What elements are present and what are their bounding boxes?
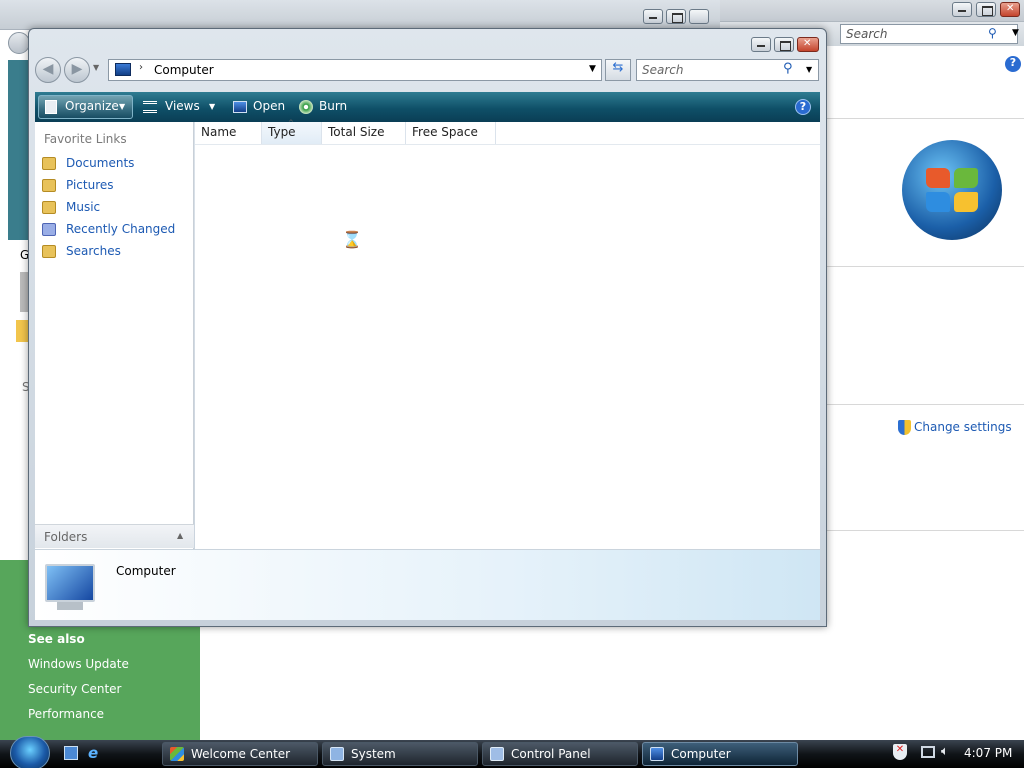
change-settings-link[interactable]: Change settings <box>914 420 1012 434</box>
organize-dropdown-icon: ▼ <box>119 102 126 111</box>
views-icon[interactable] <box>143 101 157 113</box>
taskbar-label: Control Panel <box>511 747 591 761</box>
windows-update-link[interactable]: Windows Update <box>28 657 129 671</box>
volume-icon[interactable]: 🔈︎ <box>941 744 949 759</box>
file-list[interactable]: Name Type ^ Total Size Free Space ⌛ <box>195 119 820 549</box>
close-button[interactable] <box>1000 2 1020 17</box>
favorite-link-music[interactable]: Music <box>66 200 100 214</box>
control-panel-icon <box>490 747 504 761</box>
computer-icon-stand <box>57 602 83 610</box>
folder-icon <box>16 320 28 342</box>
burn-button[interactable]: Burn <box>319 99 347 113</box>
taskbar-label: System <box>351 747 396 761</box>
forward-arrow-icon[interactable]: ▶ <box>64 57 90 83</box>
folders-label: Folders <box>44 530 88 544</box>
documents-folder-icon <box>42 157 56 170</box>
windows-flag-icon <box>170 747 184 761</box>
favorite-links-heading: Favorite Links <box>44 132 127 146</box>
control-panel-window-titlebar[interactable] <box>0 0 720 54</box>
computer-explorer-window: ◀ ▶ ▼ › Computer ▼ ⇆ Search ⚲ ▼ Organize… <box>28 28 827 627</box>
folders-collapse-icon[interactable]: ▲ <box>177 531 183 540</box>
views-dropdown-icon[interactable]: ▼ <box>209 102 215 111</box>
maximize-button[interactable] <box>774 37 794 52</box>
column-header-name[interactable]: Name <box>195 122 262 144</box>
recently-changed-icon <box>42 223 56 236</box>
favorite-link-recently-changed[interactable]: Recently Changed <box>66 222 175 236</box>
details-pane: Computer <box>35 550 820 620</box>
see-also-heading: See also <box>28 632 85 646</box>
burn-icon[interactable] <box>299 100 313 114</box>
refresh-icon[interactable]: ⇆ <box>605 59 631 81</box>
performance-link[interactable]: Performance <box>28 707 104 721</box>
sort-ascending-icon: ^ <box>288 119 294 127</box>
header-divider <box>195 144 820 145</box>
open-button[interactable]: Open <box>253 99 285 113</box>
back-button[interactable] <box>8 32 30 54</box>
divider <box>826 118 1024 119</box>
taskbar-label: Computer <box>671 747 731 761</box>
search-icon[interactable]: ⚲ <box>783 61 793 76</box>
minimize-button[interactable] <box>751 37 771 52</box>
dropdown-arrow-icon[interactable]: ▼ <box>1012 28 1019 38</box>
favorite-link-searches[interactable]: Searches <box>66 244 121 258</box>
taskbar: e Welcome Center System Control Panel Co… <box>0 736 1024 768</box>
favorite-link-pictures[interactable]: Pictures <box>66 178 114 192</box>
column-header-total-size[interactable]: Total Size <box>322 122 406 144</box>
minimize-button[interactable] <box>952 2 972 17</box>
back-window-icon <box>20 272 28 312</box>
maximize-button[interactable] <box>976 2 996 17</box>
command-bar: Organize ▼ Views ▼ Open Burn ? <box>35 92 820 122</box>
open-icon[interactable] <box>233 101 247 113</box>
help-icon[interactable]: ? <box>795 99 811 115</box>
network-icon[interactable] <box>921 746 935 758</box>
navigation-pane: Favorite Links Documents Pictures Music … <box>35 122 194 549</box>
help-icon[interactable]: ? <box>1005 56 1021 72</box>
taskbar-computer[interactable]: Computer <box>642 742 798 766</box>
views-button[interactable]: Views <box>165 99 200 113</box>
pictures-folder-icon <box>42 179 56 192</box>
music-folder-icon <box>42 201 56 214</box>
clock[interactable]: 4:07 PM <box>964 746 1012 760</box>
windows-logo <box>902 140 1002 240</box>
searches-folder-icon <box>42 245 56 258</box>
busy-cursor-icon: ⌛ <box>342 230 362 249</box>
taskbar-system[interactable]: System <box>322 742 478 766</box>
address-dropdown-icon[interactable]: ▼ <box>589 64 596 74</box>
divider <box>826 266 1024 267</box>
computer-icon <box>45 564 95 602</box>
favorite-link-documents[interactable]: Documents <box>66 156 134 170</box>
taskbar-label: Welcome Center <box>191 747 291 761</box>
taskbar-welcome-center[interactable]: Welcome Center <box>162 742 318 766</box>
computer-icon <box>115 63 131 76</box>
back-arrow-icon[interactable]: ◀ <box>35 57 61 83</box>
close-button[interactable] <box>797 37 819 52</box>
breadcrumb-computer[interactable]: Computer <box>154 63 214 77</box>
start-button[interactable] <box>10 736 50 768</box>
minimize-button[interactable] <box>643 9 663 24</box>
maximize-button[interactable] <box>666 9 686 24</box>
address-bar[interactable]: › Computer ▼ <box>108 59 602 81</box>
details-title: Computer <box>116 564 176 578</box>
divider <box>826 404 1024 405</box>
folders-toggle[interactable]: Folders ▲ <box>35 524 194 548</box>
computer-icon <box>650 747 664 761</box>
column-header-free-space[interactable]: Free Space <box>406 122 496 144</box>
organize-label: Organize <box>65 99 119 113</box>
recent-pages-arrow-icon[interactable]: ▼ <box>93 63 99 72</box>
search-dropdown-icon[interactable]: ▼ <box>806 65 812 74</box>
close-button[interactable] <box>689 9 709 24</box>
internet-explorer-icon[interactable]: e <box>88 744 98 762</box>
divider <box>826 530 1024 531</box>
shield-icon <box>898 420 911 435</box>
security-center-link[interactable]: Security Center <box>28 682 121 696</box>
breadcrumb-separator-icon[interactable]: › <box>139 62 143 73</box>
search-icon[interactable]: ⚲ <box>988 26 997 40</box>
taskbar-control-panel[interactable]: Control Panel <box>482 742 638 766</box>
show-desktop-icon[interactable] <box>64 746 78 760</box>
security-alert-icon[interactable]: ✕ <box>893 744 907 760</box>
organize-icon <box>45 100 57 114</box>
system-icon <box>330 747 344 761</box>
